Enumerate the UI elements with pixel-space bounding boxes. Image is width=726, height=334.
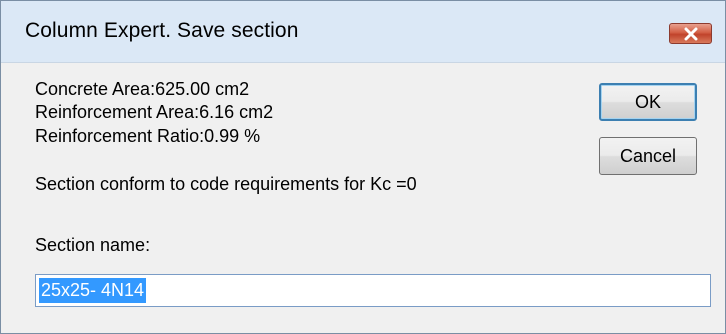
save-section-dialog: Column Expert. Save section Concrete Are… bbox=[0, 0, 726, 334]
reinforcement-ratio-text: Reinforcement Ratio:0.99 % bbox=[35, 126, 261, 146]
ok-button[interactable]: OK bbox=[599, 83, 697, 121]
window-title: Column Expert. Save section bbox=[25, 19, 299, 42]
section-name-input[interactable]: 25x25- 4N14 bbox=[35, 274, 711, 307]
concrete-area-text: Concrete Area:625.00 cm2 bbox=[35, 79, 250, 99]
section-name-value: 25x25- 4N14 bbox=[39, 278, 147, 303]
section-name-label: Section name: bbox=[35, 235, 151, 255]
dialog-content: Concrete Area:625.00 cm2 Reinforcement A… bbox=[1, 63, 725, 333]
reinforcement-area-text: Reinforcement Area:6.16 cm2 bbox=[35, 102, 274, 122]
conformity-message: Section conform to code requirements for… bbox=[35, 174, 417, 194]
close-button[interactable] bbox=[669, 23, 712, 44]
close-icon bbox=[684, 27, 698, 41]
cancel-button[interactable]: Cancel bbox=[599, 137, 697, 175]
title-bar[interactable]: Column Expert. Save section bbox=[1, 1, 725, 63]
